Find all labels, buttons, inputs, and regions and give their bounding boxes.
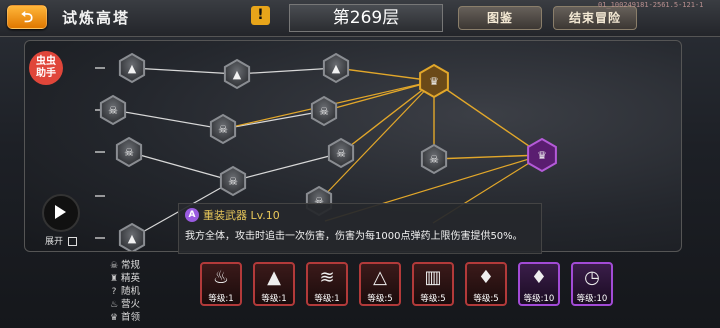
expand-toggle[interactable]: 展开: [45, 234, 77, 247]
map-path: [323, 80, 435, 112]
game-screen: ⮌ 试炼高塔 ! 第269层 图鉴 结束冒险 01_100249181-2561…: [0, 0, 720, 328]
skill-tooltip: A 重装武器 Lv.10 我方全体，攻击时追击一次伤害，伤害为每1000点弹药上…: [178, 203, 542, 254]
skill-level: 等级:1: [208, 294, 234, 304]
back-arrow-icon: ⮌: [20, 8, 33, 26]
triangle-skill-icon: △: [373, 267, 387, 288]
clock-skill-icon: ◷: [584, 267, 600, 288]
map-path: [112, 109, 224, 130]
version-text: 01_100249181-2561.5-121-1: [598, 1, 704, 9]
map-path: [433, 154, 543, 160]
map-path: [222, 110, 325, 130]
elite-node[interactable]: ▲: [118, 222, 146, 251]
skill-level: 等级:5: [367, 294, 393, 304]
skull-icon: ☠: [108, 104, 118, 117]
tooltip-description: 我方全体，攻击时追击一次伤害，伤害为每1000点弹药上限伤害提供50%。: [185, 231, 523, 242]
node-legend: ☠ 常规 ♜ 精英 ? 随机 ♨ 营火 ♛ 首领: [107, 257, 187, 323]
skill-level: 等级:1: [314, 294, 340, 304]
elite-node[interactable]: ▲: [223, 58, 251, 90]
map-path: [236, 67, 337, 75]
play-button[interactable]: [42, 194, 80, 232]
normal-node[interactable]: ☠: [327, 137, 355, 169]
skull-icon: ☠: [228, 175, 238, 188]
top-bar: ⮌ 试炼高塔 ! 第269层 图鉴 结束冒险 01_100249181-2561…: [0, 0, 720, 37]
legend-item: ♛ 首领: [107, 309, 140, 323]
drop-skill-icon: ▲: [267, 267, 281, 288]
play-icon: [55, 205, 66, 219]
end-adventure-button[interactable]: 结束冒险: [553, 6, 637, 30]
rank-skill-icon: ≋: [319, 267, 335, 288]
normal-node[interactable]: ☠: [115, 136, 143, 168]
skill-level: 等级:5: [473, 294, 499, 304]
legend-item: ♨ 营火: [107, 296, 140, 310]
helper-button[interactable]: 虫虫 助手: [29, 51, 63, 85]
expand-icon: [67, 237, 77, 246]
normal-node[interactable]: ☠: [209, 113, 237, 145]
normal-node[interactable]: ☠: [420, 143, 448, 175]
normal-node[interactable]: ☠: [219, 165, 247, 197]
elite-icon: ▲: [128, 232, 137, 245]
legend-item: ? 随机: [107, 283, 140, 297]
legend-item: ♜ 精英: [107, 270, 140, 284]
flame-skill-icon: ♨: [212, 267, 230, 288]
tooltip-title: 重装武器 Lv.10: [203, 209, 280, 222]
crystal2-skill-icon: ♦: [530, 267, 548, 288]
map-path: [131, 67, 238, 75]
map-path: [433, 80, 543, 156]
skill-level: 等级:10: [576, 294, 608, 304]
map-path: [232, 152, 342, 182]
elite-icon: ▲: [233, 68, 242, 81]
normal-node[interactable]: ☠: [99, 94, 127, 126]
boss-icon: ♛: [109, 313, 119, 323]
skill-level: 等级:10: [523, 294, 555, 304]
helper-label-line2: 助手: [36, 68, 56, 79]
elite-node[interactable]: ▲: [118, 52, 146, 84]
map-path: [128, 151, 234, 182]
page-title: 试炼高塔: [62, 9, 131, 27]
elite-node[interactable]: ▲: [322, 52, 350, 84]
crystal-skill-icon: ♦: [477, 267, 495, 288]
skill-level: 等级:5: [420, 294, 446, 304]
skull-icon: ☠: [336, 147, 346, 160]
alert-icon[interactable]: !: [251, 6, 270, 25]
skull-icon: ☠: [218, 123, 228, 136]
boss-icon: ♛: [429, 75, 439, 88]
skull-icon: ☠: [429, 153, 439, 166]
skill-bar: ♨ 等级:1 ▲ 等级:1 ≋ 等级:1 △ 等级:5 ▥ 等级:5 ♦ 等级:…: [196, 262, 620, 322]
skull-icon: ☠: [319, 105, 329, 118]
boss-icon: ♛: [537, 149, 547, 162]
skill-level: 等级:1: [261, 294, 287, 304]
skull-icon: ☠: [124, 146, 134, 159]
final-boss-node[interactable]: ♛: [527, 137, 557, 173]
elite-icon: ▲: [128, 62, 137, 75]
normal-node[interactable]: ☠: [310, 95, 338, 127]
floor-indicator: 第269层: [289, 4, 443, 32]
current-elite-node[interactable]: ♛: [419, 63, 449, 99]
helper-label-line1: 虫虫: [36, 56, 56, 67]
legend-item: ☠ 常规: [107, 257, 140, 271]
rank-badge-icon: A: [185, 208, 199, 222]
wall-skill-icon: ▥: [424, 267, 442, 288]
back-button[interactable]: ⮌: [7, 5, 47, 29]
elite-icon: ▲: [332, 62, 341, 75]
atlas-button[interactable]: 图鉴: [458, 6, 542, 30]
expand-label: 展开: [45, 237, 64, 247]
